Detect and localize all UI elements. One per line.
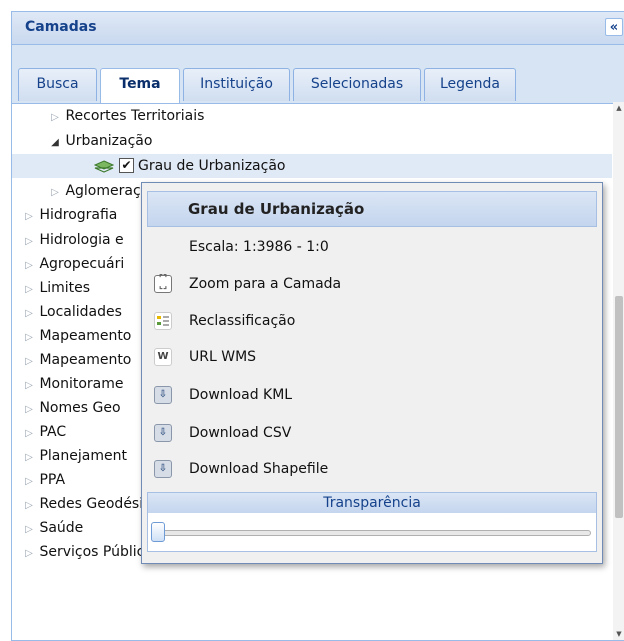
url-wms-item[interactable]: W URL WMS <box>142 341 602 373</box>
expand-arrow-icon[interactable]: ▷ <box>49 106 61 130</box>
expand-arrow-icon[interactable]: ▷ <box>23 470 35 494</box>
vertical-scrollbar[interactable]: ▲ ▼ <box>613 102 624 640</box>
menu-item-label: Download Shapefile <box>189 461 329 477</box>
scroll-thumb[interactable] <box>615 296 623 518</box>
tree-node-pac[interactable]: ▷ PAC <box>23 420 66 444</box>
scale-info: Escala: 1:3986 - 1:0 <box>142 231 602 263</box>
tree-node-label: Monitorame <box>39 376 124 392</box>
expand-arrow-icon[interactable]: ▷ <box>23 230 35 254</box>
tab-legenda[interactable]: Legenda <box>424 68 516 101</box>
tree-node-label: PPA <box>39 472 66 488</box>
tab-busca[interactable]: Busca <box>18 68 97 101</box>
menu-item-label: Download KML <box>189 387 293 403</box>
wms-icon: W <box>154 348 172 366</box>
tree-node-label: Nomes Geo <box>39 400 121 416</box>
expand-arrow-icon[interactable]: ▷ <box>23 518 35 542</box>
expand-arrow-icon[interactable]: ▷ <box>49 181 61 205</box>
expand-arrow-icon[interactable]: ▷ <box>23 254 35 278</box>
download-icon: ⇩ <box>154 424 172 442</box>
panel-header: Camadas « <box>12 12 624 45</box>
transparency-panel: Transparência <box>147 492 597 552</box>
scale-label: Escala: 1:3986 - 1:0 <box>189 239 329 255</box>
expand-arrow-icon[interactable]: ▷ <box>23 398 35 422</box>
expand-arrow-icon[interactable]: ▷ <box>23 446 35 470</box>
tree-node-mapeamento-1[interactable]: ▷ Mapeamento <box>23 324 131 348</box>
download-kml-item[interactable]: ⇩ Download KML <box>142 379 602 411</box>
expand-arrow-icon[interactable]: ▷ <box>23 422 35 446</box>
menu-item-label: Download CSV <box>189 425 292 441</box>
layer-checkbox[interactable]: ✔ <box>119 158 134 173</box>
tree-node-label: Saúde <box>39 520 84 536</box>
expand-arrow-icon[interactable]: ▷ <box>23 350 35 374</box>
tree-node-label: Recortes Territoriais <box>65 108 205 124</box>
tree-node-urbanizacao[interactable]: ◢ Urbanização <box>49 129 152 153</box>
transparency-slider-track[interactable] <box>151 530 591 536</box>
tree-node-recortes[interactable]: ▷ Recortes Territoriais <box>49 104 204 128</box>
tree-node-limites[interactable]: ▷ Limites <box>23 276 90 300</box>
expand-arrow-icon[interactable]: ▷ <box>23 494 35 518</box>
tree-node-servicos-publicos[interactable]: ▷ Serviços Públicos <box>23 540 160 564</box>
zoom-layer-icon: ⌜⌝ ⌞⌟ <box>154 275 172 293</box>
menu-item-label: URL WMS <box>189 349 257 365</box>
panel-title: Camadas <box>25 19 97 35</box>
expand-arrow-icon[interactable]: ▷ <box>23 205 35 229</box>
tab-selecionadas[interactable]: Selecionadas <box>293 68 421 101</box>
tree-node-label: Planejament <box>39 448 127 464</box>
transparency-label: Transparência <box>148 493 596 513</box>
tab-tema[interactable]: Tema <box>100 68 180 103</box>
tree-node-nomes-geo[interactable]: ▷ Nomes Geo <box>23 396 121 422</box>
tab-bar: Busca Tema Instituição Selecionadas Lege… <box>12 45 624 104</box>
tree-node-label: Hidrologia e <box>39 232 124 248</box>
reclassify-item[interactable]: Reclassificação <box>142 305 602 337</box>
tree-node-label: Mapeamento <box>39 328 132 344</box>
collapse-button[interactable]: « <box>605 18 623 36</box>
layers-icon <box>93 158 115 173</box>
tree-node-label: Mapeamento <box>39 352 132 368</box>
tree-node-monitoramento[interactable]: ▷ Monitorame <box>23 372 124 398</box>
tree-node-label: Localidades <box>39 304 122 320</box>
tree-node-grau-urbanizacao[interactable]: ✔ Grau de Urbanização <box>12 154 612 178</box>
expand-arrow-icon[interactable]: ▷ <box>23 542 35 566</box>
download-shapefile-item[interactable]: ⇩ Download Shapefile <box>142 453 602 485</box>
expand-arrow-icon[interactable]: ▷ <box>23 278 35 302</box>
tree-node-ppa[interactable]: ▷ PPA <box>23 468 65 492</box>
tree-node-hidrografia[interactable]: ▷ Hidrografia <box>23 203 117 227</box>
tree-node-label: Grau de Urbanização <box>138 158 286 174</box>
tree-node-label: Urbanização <box>65 133 153 149</box>
download-csv-item[interactable]: ⇩ Download CSV <box>142 417 602 449</box>
expand-arrow-icon[interactable]: ▷ <box>23 374 35 398</box>
scroll-up-icon[interactable]: ▲ <box>613 102 624 114</box>
menu-item-label: Reclassificação <box>189 313 296 329</box>
tree-node-saude[interactable]: ▷ Saúde <box>23 516 83 540</box>
tree-node-planejamento[interactable]: ▷ Planejament <box>23 444 127 468</box>
collapse-arrow-icon[interactable]: ◢ <box>49 131 61 155</box>
tree-node-label: Limites <box>39 280 91 296</box>
tree-node-label: PAC <box>39 424 67 440</box>
tree-node-agropecuaria[interactable]: ▷ Agropecuári <box>23 252 124 276</box>
layer-context-menu: Grau de Urbanização Escala: 1:3986 - 1:0… <box>141 182 603 564</box>
tab-instituicao[interactable]: Instituição <box>183 68 290 101</box>
scroll-down-icon[interactable]: ▼ <box>613 628 624 640</box>
expand-arrow-icon[interactable]: ▷ <box>23 302 35 326</box>
download-icon: ⇩ <box>154 460 172 478</box>
tree-node-hidrologia[interactable]: ▷ Hidrologia e <box>23 228 124 252</box>
download-icon: ⇩ <box>154 386 172 404</box>
context-menu-title: Grau de Urbanização <box>147 191 597 227</box>
menu-item-label: Zoom para a Camada <box>189 276 342 292</box>
tree-node-label: Hidrografia <box>39 207 118 223</box>
tree-node-label: Agropecuári <box>39 256 125 272</box>
expand-arrow-icon[interactable]: ▷ <box>23 326 35 350</box>
transparency-slider-thumb[interactable] <box>151 522 165 542</box>
reclassify-icon <box>154 312 172 330</box>
zoom-to-layer-item[interactable]: ⌜⌝ ⌞⌟ Zoom para a Camada <box>142 268 602 300</box>
tree-node-localidades[interactable]: ▷ Localidades <box>23 300 122 324</box>
tree-node-mapeamento-2[interactable]: ▷ Mapeamento <box>23 348 131 372</box>
